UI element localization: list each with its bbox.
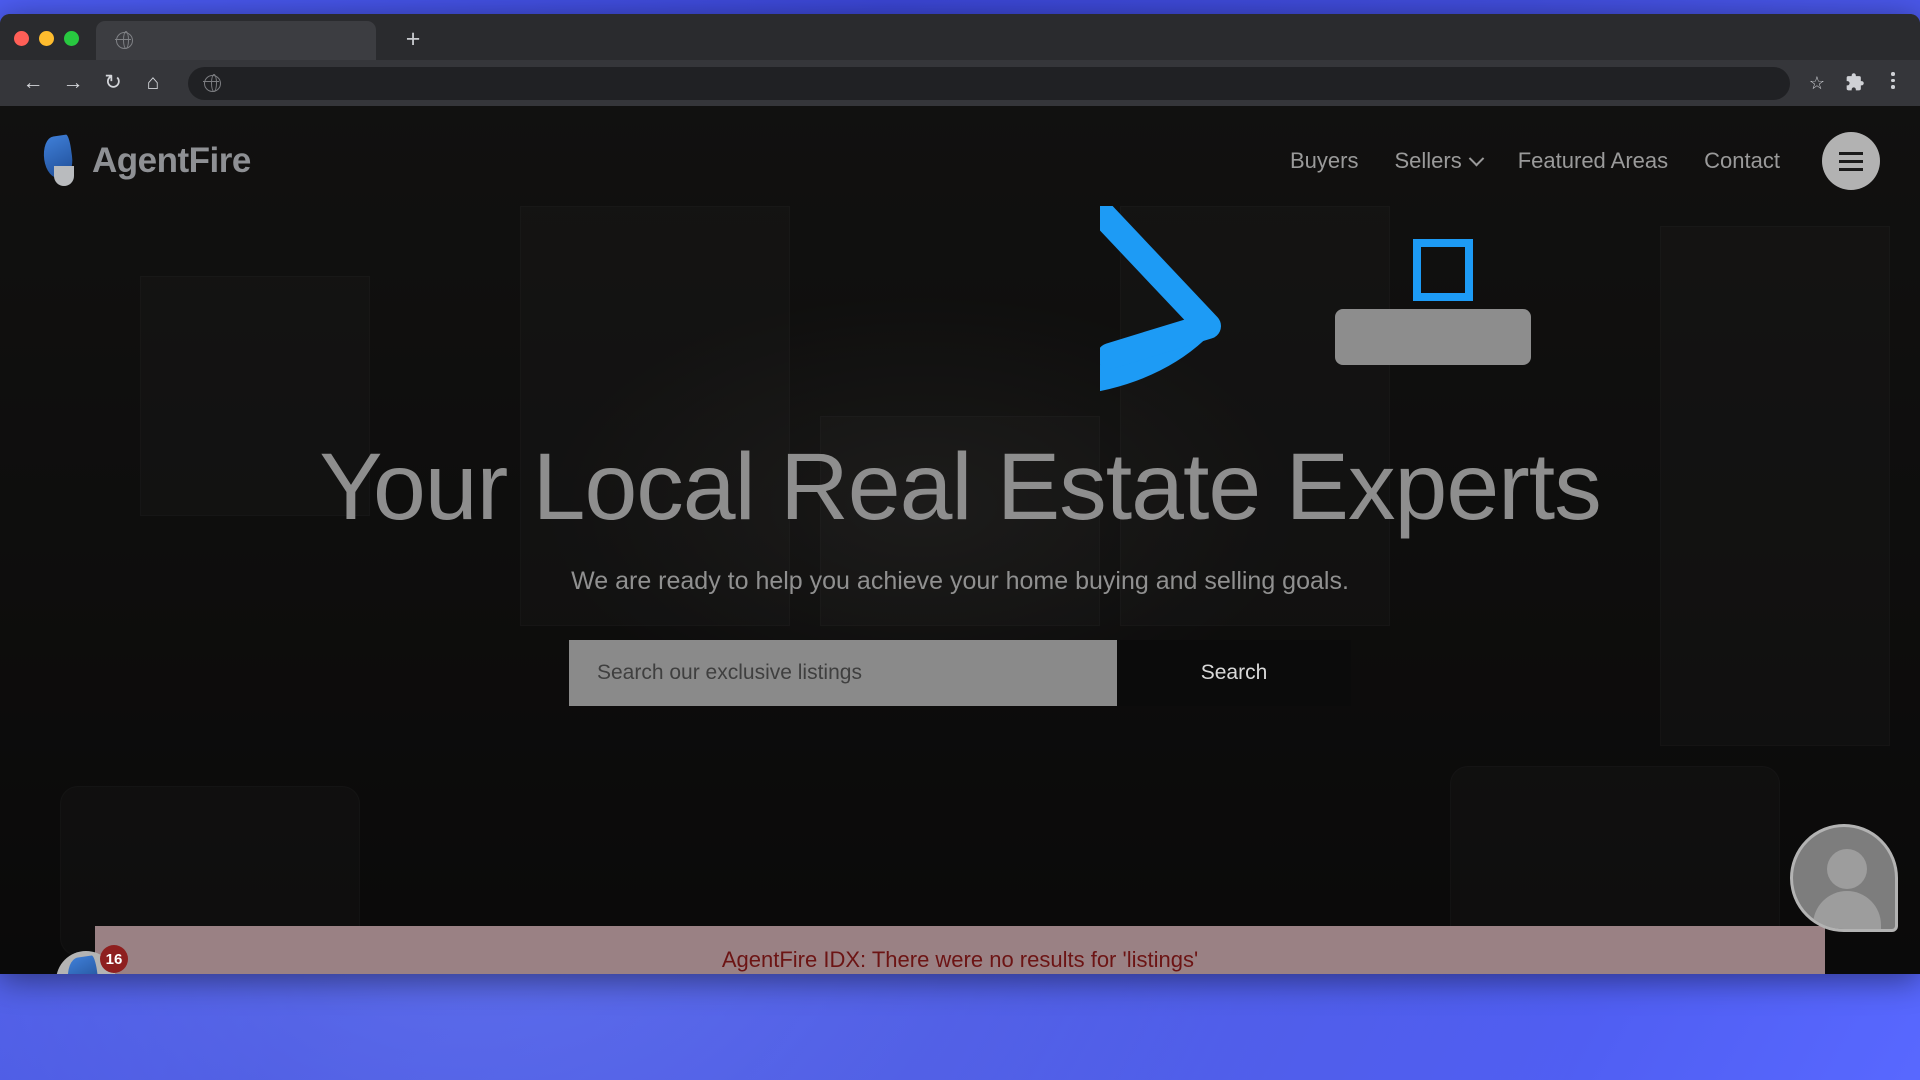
notification-count-badge: 16 — [100, 945, 128, 973]
browser-toolbar: ← → ↻ ⌂ ☆ — [0, 60, 1920, 106]
flame-logo-icon — [65, 955, 101, 974]
new-tab-button[interactable]: + — [400, 27, 426, 54]
listing-search-bar: Search — [569, 639, 1351, 706]
page-title: Your Local Real Estate Experts — [319, 434, 1601, 540]
flame-logo-icon — [40, 134, 78, 186]
chat-avatar-widget[interactable] — [1790, 824, 1898, 932]
page-viewport: AgentFire Buyers Sellers Featured Areas … — [0, 106, 1920, 974]
site-header: AgentFire Buyers Sellers Featured Areas … — [0, 106, 1920, 216]
reload-icon[interactable]: ↻ — [96, 66, 130, 100]
highlight-box — [1413, 239, 1473, 301]
chevron-down-icon[interactable] — [1468, 150, 1485, 166]
window-controls[interactable] — [14, 31, 79, 46]
toolbar-actions: ☆ — [1806, 72, 1904, 94]
idx-notice-bar: AgentFire IDX: There were no results for… — [95, 926, 1825, 974]
maximize-window-button[interactable] — [64, 31, 79, 46]
nav-item-buyers[interactable]: Buyers — [1272, 138, 1376, 184]
nav-item-label: Featured Areas — [1517, 148, 1669, 173]
nav-item-sellers[interactable]: Sellers — [1376, 138, 1499, 184]
back-icon[interactable]: ← — [16, 66, 50, 100]
globe-icon — [115, 31, 133, 50]
globe-icon — [203, 73, 221, 92]
main-navigation: Buyers Sellers Featured Areas Contact — [1272, 132, 1880, 190]
bookmark-star-icon[interactable]: ☆ — [1806, 72, 1828, 94]
nav-item-contact[interactable]: Contact — [1686, 138, 1798, 184]
nav-item-label: Buyers — [1290, 148, 1359, 173]
avatar-icon — [1827, 849, 1867, 889]
nav-item-label: Sellers — [1394, 148, 1462, 173]
hero-content: Your Local Real Estate Experts We are re… — [0, 436, 1920, 706]
nav-item-featured-areas[interactable]: Featured Areas — [1500, 138, 1686, 184]
idx-notice-text: AgentFire IDX: There were no results for… — [721, 947, 1199, 972]
forward-icon[interactable]: → — [56, 66, 90, 100]
hero-subheading: We are ready to help you achieve your ho… — [571, 566, 1349, 595]
site-logo[interactable]: AgentFire — [40, 134, 251, 186]
extensions-puzzle-icon[interactable] — [1844, 72, 1866, 94]
browser-menu-icon[interactable] — [1882, 72, 1904, 94]
home-icon[interactable]: ⌂ — [136, 66, 170, 100]
tab-strip: + — [0, 14, 1920, 60]
search-input[interactable] — [569, 639, 1117, 706]
nav-item-label: Contact — [1704, 148, 1780, 173]
hamburger-menu-button[interactable] — [1822, 132, 1880, 190]
address-bar[interactable] — [188, 66, 1790, 100]
browser-tab[interactable] — [96, 21, 376, 60]
browser-window: + ← → ↻ ⌂ ☆ AgentFire Buyers Sellers Fea… — [0, 14, 1920, 974]
sellers-dropdown-panel[interactable] — [1335, 309, 1531, 365]
minimize-window-button[interactable] — [39, 31, 54, 46]
search-button[interactable]: Search — [1117, 639, 1351, 706]
logo-text: AgentFire — [92, 141, 251, 180]
close-window-button[interactable] — [14, 31, 29, 46]
